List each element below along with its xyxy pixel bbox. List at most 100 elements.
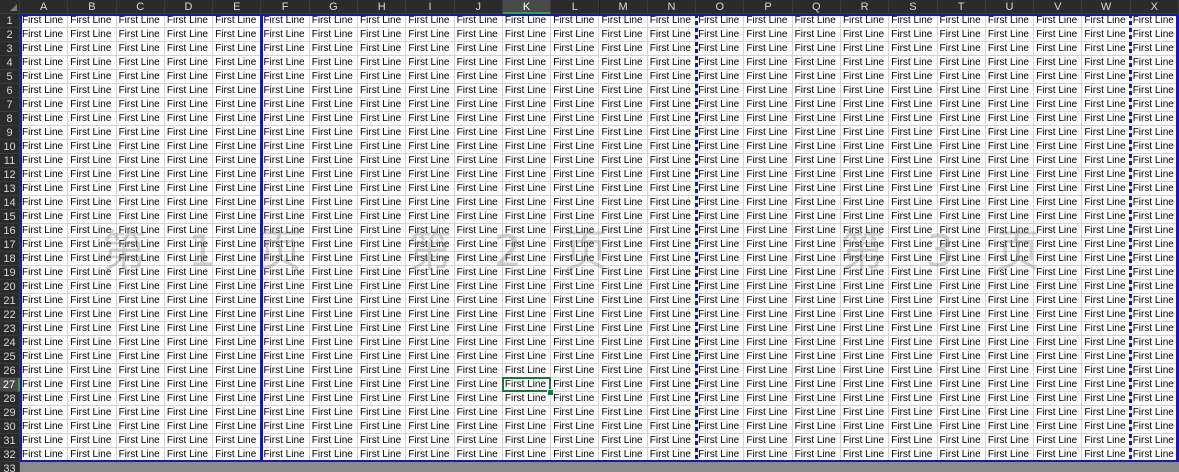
cell-c22[interactable]: First Line bbox=[116, 308, 165, 322]
cell-g5[interactable]: First Line bbox=[309, 70, 359, 84]
cell-m4[interactable]: First Line bbox=[599, 56, 648, 70]
cell-f25[interactable]: First Line bbox=[261, 350, 310, 364]
cell-f3[interactable]: First Line bbox=[261, 42, 310, 56]
cell-t11[interactable]: First Line bbox=[937, 154, 986, 168]
cell-r17[interactable]: First Line bbox=[840, 238, 890, 252]
cell-j6[interactable]: First Line bbox=[454, 84, 503, 98]
cell-k13[interactable]: First Line bbox=[502, 182, 552, 196]
cell-g32[interactable]: First Line bbox=[309, 448, 359, 462]
cell-o2[interactable]: First Line bbox=[696, 28, 745, 42]
cell-w19[interactable]: First Line bbox=[1082, 266, 1131, 280]
cell-m13[interactable]: First Line bbox=[599, 182, 648, 196]
cell-j14[interactable]: First Line bbox=[454, 196, 503, 210]
cell-u23[interactable]: First Line bbox=[985, 322, 1035, 336]
cell-o4[interactable]: First Line bbox=[696, 56, 745, 70]
cell-f8[interactable]: First Line bbox=[261, 112, 310, 126]
cell-m29[interactable]: First Line bbox=[599, 406, 648, 420]
cell-q6[interactable]: First Line bbox=[792, 84, 841, 98]
cell-p10[interactable]: First Line bbox=[744, 140, 793, 154]
cell-m23[interactable]: First Line bbox=[599, 322, 648, 336]
cell-g1[interactable]: First Line bbox=[309, 14, 359, 28]
cell-w17[interactable]: First Line bbox=[1082, 238, 1131, 252]
cell-x3[interactable]: First Line bbox=[1130, 42, 1179, 56]
cell-l20[interactable]: First Line bbox=[551, 280, 600, 294]
cell-l1[interactable]: First Line bbox=[551, 14, 600, 28]
cell-l8[interactable]: First Line bbox=[551, 112, 600, 126]
cell-c12[interactable]: First Line bbox=[116, 168, 165, 182]
cell-l3[interactable]: First Line bbox=[551, 42, 600, 56]
cell-a8[interactable]: First Line bbox=[20, 112, 69, 126]
cell-w23[interactable]: First Line bbox=[1082, 322, 1131, 336]
cell-x18[interactable]: First Line bbox=[1130, 252, 1179, 266]
cell-n11[interactable]: First Line bbox=[647, 154, 697, 168]
cell-k21[interactable]: First Line bbox=[502, 294, 552, 308]
row-header-26[interactable]: 26 bbox=[0, 364, 20, 378]
cell-r19[interactable]: First Line bbox=[840, 266, 890, 280]
cell-v8[interactable]: First Line bbox=[1034, 112, 1083, 126]
cell-u6[interactable]: First Line bbox=[985, 84, 1035, 98]
cell-l16[interactable]: First Line bbox=[551, 224, 600, 238]
cell-s8[interactable]: First Line bbox=[889, 112, 938, 126]
cell-q9[interactable]: First Line bbox=[792, 126, 841, 140]
cell-j20[interactable]: First Line bbox=[454, 280, 503, 294]
cell-v4[interactable]: First Line bbox=[1034, 56, 1083, 70]
cell-v15[interactable]: First Line bbox=[1034, 210, 1083, 224]
column-header-u[interactable]: U bbox=[985, 0, 1035, 14]
cell-d23[interactable]: First Line bbox=[164, 322, 214, 336]
cell-o27[interactable]: First Line bbox=[696, 378, 745, 392]
column-header-l[interactable]: L bbox=[551, 0, 600, 14]
cell-l21[interactable]: First Line bbox=[551, 294, 600, 308]
cell-e13[interactable]: First Line bbox=[213, 182, 262, 196]
cell-l2[interactable]: First Line bbox=[551, 28, 600, 42]
cell-r32[interactable]: First Line bbox=[840, 448, 890, 462]
cell-j13[interactable]: First Line bbox=[454, 182, 503, 196]
cell-x8[interactable]: First Line bbox=[1130, 112, 1179, 126]
cell-r7[interactable]: First Line bbox=[840, 98, 890, 112]
cell-d9[interactable]: First Line bbox=[164, 126, 214, 140]
cell-f26[interactable]: First Line bbox=[261, 364, 310, 378]
cell-g28[interactable]: First Line bbox=[309, 392, 359, 406]
cell-b6[interactable]: First Line bbox=[68, 84, 117, 98]
cell-t28[interactable]: First Line bbox=[937, 392, 986, 406]
cell-q16[interactable]: First Line bbox=[792, 224, 841, 238]
cell-k20[interactable]: First Line bbox=[502, 280, 552, 294]
cell-n17[interactable]: First Line bbox=[647, 238, 697, 252]
cell-a29[interactable]: First Line bbox=[20, 406, 69, 420]
cell-p31[interactable]: First Line bbox=[744, 434, 793, 448]
cell-i5[interactable]: First Line bbox=[406, 70, 455, 84]
cell-p19[interactable]: First Line bbox=[744, 266, 793, 280]
column-header-j[interactable]: J bbox=[454, 0, 503, 14]
cell-v22[interactable]: First Line bbox=[1034, 308, 1083, 322]
cell-t14[interactable]: First Line bbox=[937, 196, 986, 210]
cell-p5[interactable]: First Line bbox=[744, 70, 793, 84]
cell-x32[interactable]: First Line bbox=[1130, 448, 1179, 462]
column-header-h[interactable]: H bbox=[358, 0, 407, 14]
row-header-2[interactable]: 2 bbox=[0, 28, 20, 42]
cell-f20[interactable]: First Line bbox=[261, 280, 310, 294]
cell-o32[interactable]: First Line bbox=[696, 448, 745, 462]
cell-q25[interactable]: First Line bbox=[792, 350, 841, 364]
cell-s7[interactable]: First Line bbox=[889, 98, 938, 112]
cell-l19[interactable]: First Line bbox=[551, 266, 600, 280]
cell-b29[interactable]: First Line bbox=[68, 406, 117, 420]
cell-h5[interactable]: First Line bbox=[358, 70, 407, 84]
cell-b19[interactable]: First Line bbox=[68, 266, 117, 280]
cell-l30[interactable]: First Line bbox=[551, 420, 600, 434]
cell-v13[interactable]: First Line bbox=[1034, 182, 1083, 196]
cell-w31[interactable]: First Line bbox=[1082, 434, 1131, 448]
cell-b32[interactable]: First Line bbox=[68, 448, 117, 462]
cell-g30[interactable]: First Line bbox=[309, 420, 359, 434]
cell-u25[interactable]: First Line bbox=[985, 350, 1035, 364]
cell-a25[interactable]: First Line bbox=[20, 350, 69, 364]
cell-u20[interactable]: First Line bbox=[985, 280, 1035, 294]
cell-h17[interactable]: First Line bbox=[358, 238, 407, 252]
cell-i31[interactable]: First Line bbox=[406, 434, 455, 448]
cell-b22[interactable]: First Line bbox=[68, 308, 117, 322]
cell-g9[interactable]: First Line bbox=[309, 126, 359, 140]
cell-q14[interactable]: First Line bbox=[792, 196, 841, 210]
cell-s19[interactable]: First Line bbox=[889, 266, 938, 280]
column-header-g[interactable]: G bbox=[309, 0, 359, 14]
cell-t4[interactable]: First Line bbox=[937, 56, 986, 70]
cell-k19[interactable]: First Line bbox=[502, 266, 552, 280]
cell-p14[interactable]: First Line bbox=[744, 196, 793, 210]
